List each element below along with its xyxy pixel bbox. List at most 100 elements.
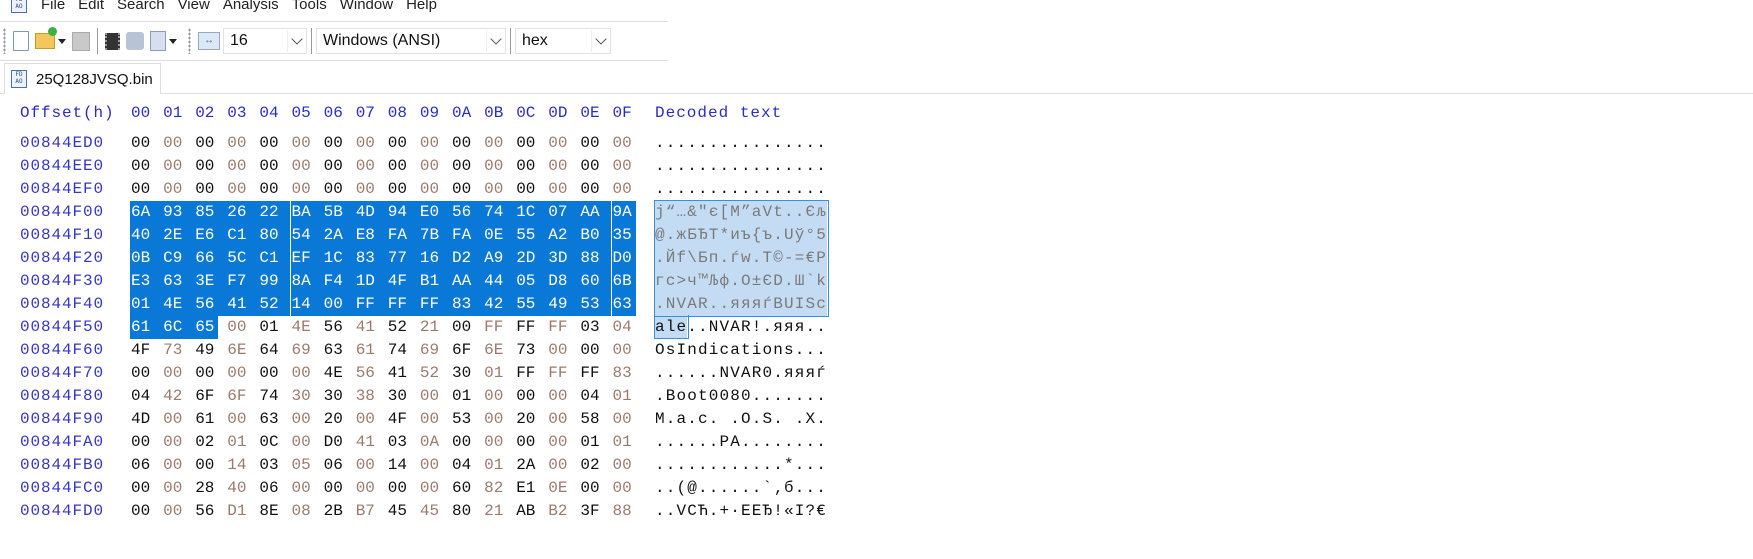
hex-byte[interactable]: 00	[323, 132, 355, 155]
hex-byte[interactable]: 02	[579, 454, 611, 477]
new-file-button[interactable]	[13, 27, 29, 55]
hex-byte[interactable]: 00	[291, 362, 323, 385]
hex-byte[interactable]: 1C	[515, 201, 548, 224]
hex-byte[interactable]: 00	[483, 132, 515, 155]
hex-byte[interactable]: E0	[418, 201, 451, 224]
hex-byte[interactable]: D0	[611, 247, 636, 270]
hex-byte[interactable]: 00	[419, 178, 451, 201]
hex-byte[interactable]: 00	[355, 178, 387, 201]
hex-byte[interactable]: 00	[515, 132, 547, 155]
menu-search[interactable]: Search	[117, 0, 165, 13]
hex-byte[interactable]: 00	[258, 155, 290, 178]
hex-byte[interactable]: 00	[515, 155, 547, 178]
save-button[interactable]	[72, 27, 90, 55]
hex-byte[interactable]: 30	[291, 385, 323, 408]
hex-byte[interactable]: 21	[419, 316, 451, 339]
hex-byte[interactable]: BA	[290, 201, 323, 224]
hex-byte[interactable]: 64	[258, 339, 290, 362]
hex-byte[interactable]: 56	[355, 362, 387, 385]
hex-byte[interactable]: 06	[323, 454, 355, 477]
hex-byte[interactable]: 3E	[194, 270, 227, 293]
hex-byte[interactable]: FF	[515, 316, 547, 339]
hex-byte[interactable]: D0	[323, 431, 355, 454]
decoded-text[interactable]: M.a.c. .O.S. .X.	[655, 408, 827, 431]
hex-byte[interactable]: 6E	[226, 339, 258, 362]
hex-byte[interactable]: 01	[258, 316, 290, 339]
hex-byte[interactable]: 65	[194, 316, 219, 339]
hex-byte[interactable]: FF	[515, 362, 547, 385]
hex-byte[interactable]: 00	[322, 293, 355, 316]
hex-byte[interactable]: 6C	[162, 316, 195, 339]
hex-byte[interactable]: 00	[387, 477, 419, 500]
hex-byte[interactable]: 01	[226, 431, 258, 454]
bytes-per-row-select[interactable]: 16	[223, 28, 307, 54]
hex-byte[interactable]: E6	[194, 224, 227, 247]
decoded-text[interactable]: ale..NVAR!.яяя..	[655, 316, 827, 339]
hex-byte[interactable]: 52	[258, 293, 291, 316]
hex-byte[interactable]: 00	[162, 477, 194, 500]
hex-byte[interactable]: 00	[323, 155, 355, 178]
hex-byte[interactable]: 60	[579, 270, 612, 293]
hex-byte[interactable]: 00	[162, 408, 194, 431]
hex-byte[interactable]: C1	[258, 247, 291, 270]
hex-byte[interactable]: 00	[162, 500, 194, 523]
hex-byte[interactable]: 83	[354, 247, 387, 270]
hex-byte[interactable]: 00	[194, 362, 226, 385]
menu-view[interactable]: View	[178, 0, 210, 13]
hex-byte[interactable]: 2E	[162, 224, 195, 247]
hex-byte[interactable]: 56	[194, 500, 226, 523]
hex-byte[interactable]: 00	[130, 132, 162, 155]
hex-byte[interactable]: 7B	[418, 224, 451, 247]
hex-byte[interactable]: 00	[258, 132, 290, 155]
hex-byte[interactable]: 03	[258, 454, 290, 477]
hex-byte[interactable]: 00	[130, 431, 162, 454]
hex-byte[interactable]: FF	[483, 316, 515, 339]
hex-byte[interactable]: 4E	[291, 316, 323, 339]
open-ram-button[interactable]	[126, 27, 144, 55]
hex-byte[interactable]: 00	[226, 178, 258, 201]
hex-byte[interactable]: 00	[483, 431, 515, 454]
menu-analysis[interactable]: Analysis	[223, 0, 279, 13]
hex-byte[interactable]: 30	[387, 385, 419, 408]
hex-byte[interactable]: 00	[547, 408, 579, 431]
hex-byte[interactable]: 26	[226, 201, 259, 224]
hex-byte[interactable]: 00	[130, 155, 162, 178]
hex-byte[interactable]: 49	[194, 339, 226, 362]
hex-byte[interactable]: 80	[451, 500, 483, 523]
hex-byte[interactable]: 00	[291, 477, 323, 500]
hex-byte[interactable]: 14	[290, 293, 323, 316]
hex-byte[interactable]: 58	[579, 408, 611, 431]
hex-byte[interactable]: 00	[419, 385, 451, 408]
hex-byte[interactable]: 82	[483, 477, 515, 500]
decoded-text[interactable]: ................	[655, 155, 827, 178]
hex-byte[interactable]: 45	[387, 500, 419, 523]
hex-byte[interactable]: 00	[579, 178, 611, 201]
hex-byte[interactable]: 61	[194, 408, 226, 431]
hex-byte[interactable]: 00	[612, 132, 644, 155]
hex-byte[interactable]: 00	[419, 155, 451, 178]
menu-window[interactable]: Window	[340, 0, 393, 13]
hex-byte[interactable]: 4F	[130, 339, 162, 362]
hex-byte[interactable]: 41	[355, 316, 387, 339]
hex-byte[interactable]: D2	[451, 247, 484, 270]
hex-byte[interactable]: 30	[323, 385, 355, 408]
menu-help[interactable]: Help	[406, 0, 437, 13]
hex-byte[interactable]: 02	[194, 431, 226, 454]
hex-byte[interactable]: 00	[451, 431, 483, 454]
hex-byte[interactable]: 0E	[547, 477, 579, 500]
hex-byte[interactable]: 00	[612, 178, 644, 201]
hex-byte[interactable]: 00	[355, 408, 387, 431]
hex-byte[interactable]: 80	[258, 224, 291, 247]
hex-byte[interactable]: 45	[419, 500, 451, 523]
hex-byte[interactable]: 00	[130, 477, 162, 500]
hex-byte[interactable]: 52	[419, 362, 451, 385]
hex-byte[interactable]: 00	[355, 155, 387, 178]
hex-byte[interactable]: 03	[387, 431, 419, 454]
hex-byte[interactable]: 56	[194, 293, 227, 316]
hex-byte[interactable]: 3F	[579, 500, 611, 523]
hex-byte[interactable]: 5C	[226, 247, 259, 270]
hex-byte[interactable]: E1	[515, 477, 547, 500]
decoded-text[interactable]: .NVAR..яяяѓBUISc	[655, 293, 827, 316]
hex-byte[interactable]: 44	[483, 270, 516, 293]
hex-byte[interactable]: 01	[612, 431, 644, 454]
